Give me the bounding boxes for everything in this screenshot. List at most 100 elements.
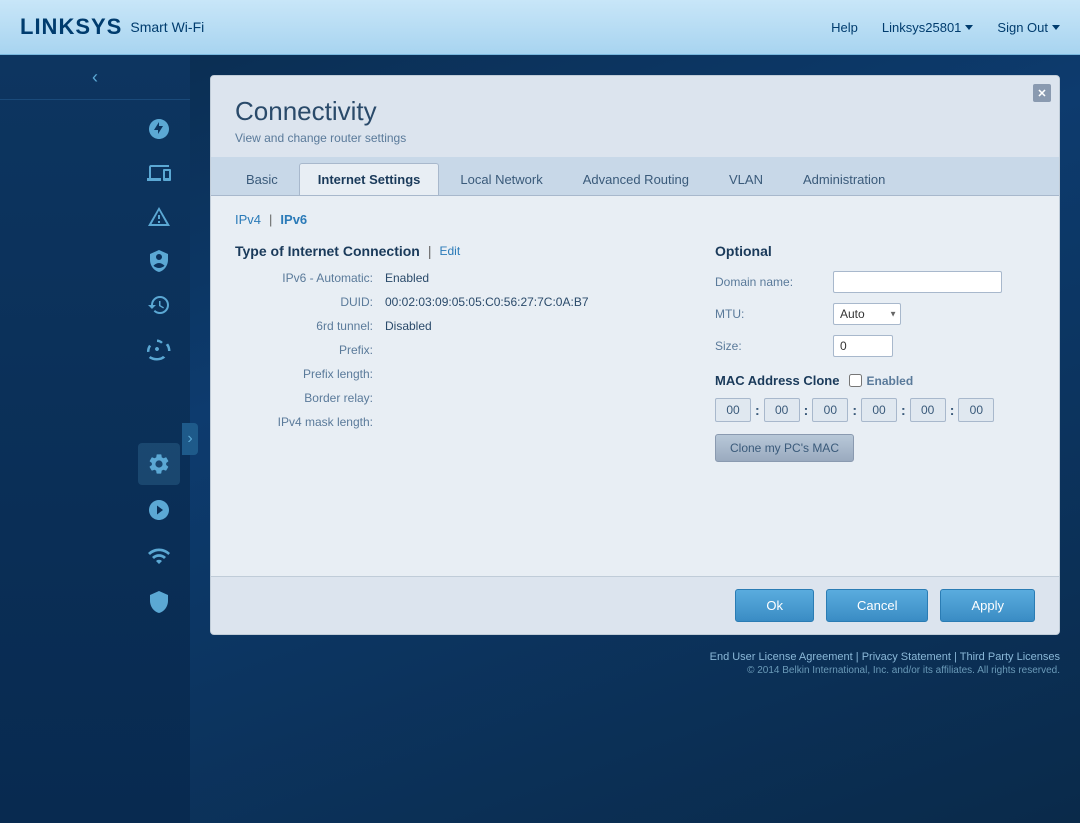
sidebar-item-security[interactable] — [138, 240, 180, 282]
sidebar-item-history[interactable] — [138, 284, 180, 326]
mac-clone-label: MAC Address Clone — [715, 373, 839, 388]
mtu-label: MTU: — [715, 307, 825, 321]
field-border-relay: Border relay: — [235, 391, 675, 405]
sidebar-item-wifi[interactable] — [138, 535, 180, 577]
edit-link[interactable]: Edit — [440, 244, 461, 258]
mac-colon-1: : — [755, 402, 760, 418]
tab-advanced-routing[interactable]: Advanced Routing — [564, 163, 708, 195]
ip-version-links: IPv4 | IPv6 — [235, 212, 1035, 227]
sidebar-item-update[interactable] — [138, 489, 180, 531]
cancel-button[interactable]: Cancel — [826, 589, 928, 622]
domain-name-row: Domain name: — [715, 271, 1035, 293]
mtu-select-wrapper: Auto Manual — [833, 303, 901, 325]
mac-octet-5[interactable] — [910, 398, 946, 422]
mac-address-fields: : : : : : — [715, 398, 1035, 422]
sidebar-item-settings[interactable] — [138, 443, 180, 485]
clone-mac-button[interactable]: Clone my PC's MAC — [715, 434, 854, 462]
domain-name-input[interactable] — [833, 271, 1002, 293]
panel-subtitle: View and change router settings — [235, 131, 1035, 145]
panel-title: Connectivity — [235, 96, 1035, 127]
footer-links: End User License Agreement | Privacy Sta… — [210, 651, 1060, 663]
sidebar-collapse-button[interactable]: ‹ — [0, 55, 190, 100]
signout-dropdown-arrow — [1052, 25, 1060, 30]
left-column: Type of Internet Connection | Edit IPv6 … — [235, 243, 675, 462]
ipv6-auto-value: Enabled — [385, 271, 429, 285]
prefix-label: Prefix: — [235, 343, 385, 357]
header: LINKSYS Smart Wi-Fi Help Linksys25801 Si… — [0, 0, 1080, 55]
tab-bar: Basic Internet Settings Local Network Ad… — [211, 157, 1059, 196]
panel-close-button[interactable]: ✕ — [1033, 84, 1051, 102]
sidebar-item-router[interactable] — [138, 108, 180, 150]
connectivity-panel: ✕ Connectivity View and change router se… — [210, 75, 1060, 635]
user-dropdown[interactable]: Linksys25801 — [882, 20, 974, 35]
duid-value: 00:02:03:09:05:05:C0:56:27:7C:0A:B7 — [385, 295, 589, 309]
sidebar-item-network[interactable] — [138, 328, 180, 370]
size-row: Size: — [715, 335, 1035, 357]
privacy-link[interactable]: Privacy Statement — [862, 651, 951, 663]
mac-octet-3[interactable] — [812, 398, 848, 422]
devices-icon — [147, 161, 171, 185]
mac-clone-title: MAC Address Clone Enabled — [715, 373, 1035, 388]
content-columns: Type of Internet Connection | Edit IPv6 … — [235, 243, 1035, 462]
mac-clone-checkbox[interactable] — [849, 374, 862, 387]
ipv4-link[interactable]: IPv4 — [235, 212, 261, 227]
ip-separator: | — [269, 212, 272, 227]
connection-type-title: Type of Internet Connection | Edit — [235, 243, 675, 259]
network-icon — [147, 337, 171, 361]
field-6rd-tunnel: 6rd tunnel: Disabled — [235, 319, 675, 333]
sidebar: ‹ — [0, 55, 190, 823]
field-duid: DUID: 00:02:03:09:05:05:C0:56:27:7C:0A:B… — [235, 295, 675, 309]
sidebar-item-devices[interactable] — [138, 152, 180, 194]
duid-label: DUID: — [235, 295, 385, 309]
field-ipv6-automatic: IPv6 - Automatic: Enabled — [235, 271, 675, 285]
tab-local-network[interactable]: Local Network — [441, 163, 561, 195]
section-divider: | — [428, 243, 432, 259]
mac-clone-enabled-label[interactable]: Enabled — [849, 374, 913, 388]
field-prefix: Prefix: — [235, 343, 675, 357]
security-icon — [147, 249, 171, 273]
mtu-select[interactable]: Auto Manual — [833, 303, 901, 325]
6rd-tunnel-value: Disabled — [385, 319, 432, 333]
domain-name-label: Domain name: — [715, 275, 825, 289]
alert-icon — [147, 205, 171, 229]
field-prefix-length: Prefix length: — [235, 367, 675, 381]
sidebar-item-alerts[interactable] — [138, 196, 180, 238]
update-icon — [147, 498, 171, 522]
prefix-length-label: Prefix length: — [235, 367, 385, 381]
size-input[interactable] — [833, 335, 893, 357]
sidebar-item-vpn[interactable] — [138, 581, 180, 623]
mac-octet-1[interactable] — [715, 398, 751, 422]
ipv6-auto-label: IPv6 - Automatic: — [235, 271, 385, 285]
eula-link[interactable]: End User License Agreement — [710, 651, 853, 663]
help-link[interactable]: Help — [831, 20, 858, 35]
connection-type-label: Type of Internet Connection — [235, 243, 420, 259]
history-icon — [147, 293, 171, 317]
tab-internet-settings[interactable]: Internet Settings — [299, 163, 440, 195]
tab-vlan[interactable]: VLAN — [710, 163, 782, 195]
page-footer: End User License Agreement | Privacy Sta… — [210, 651, 1060, 676]
logo-linksys: LINKSYS — [20, 14, 122, 40]
6rd-tunnel-label: 6rd tunnel: — [235, 319, 385, 333]
enabled-text: Enabled — [866, 374, 913, 388]
collapse-arrow-icon: ‹ — [92, 67, 98, 88]
tab-administration[interactable]: Administration — [784, 163, 904, 195]
mac-octet-2[interactable] — [764, 398, 800, 422]
footer-copyright: © 2014 Belkin International, Inc. and/or… — [210, 665, 1060, 676]
username-label: Linksys25801 — [882, 20, 962, 35]
mac-octet-6[interactable] — [958, 398, 994, 422]
ipv6-link[interactable]: IPv6 — [280, 212, 307, 227]
field-ipv4-mask-length: IPv4 mask length: — [235, 415, 675, 429]
wifi-icon — [147, 544, 171, 568]
signout-dropdown[interactable]: Sign Out — [997, 20, 1060, 35]
mac-octet-4[interactable] — [861, 398, 897, 422]
ipv4-mask-length-label: IPv4 mask length: — [235, 415, 385, 429]
logo-area: LINKSYS Smart Wi-Fi — [20, 14, 831, 40]
tab-basic[interactable]: Basic — [227, 163, 297, 195]
optional-title: Optional — [715, 243, 1035, 259]
third-party-link[interactable]: Third Party Licenses — [960, 651, 1060, 663]
ok-button[interactable]: Ok — [735, 589, 814, 622]
mac-colon-5: : — [950, 402, 955, 418]
sidebar-expand-button[interactable] — [182, 423, 198, 455]
apply-button[interactable]: Apply — [940, 589, 1035, 622]
panel-body: IPv4 | IPv6 Type of Internet Connection … — [211, 196, 1059, 576]
